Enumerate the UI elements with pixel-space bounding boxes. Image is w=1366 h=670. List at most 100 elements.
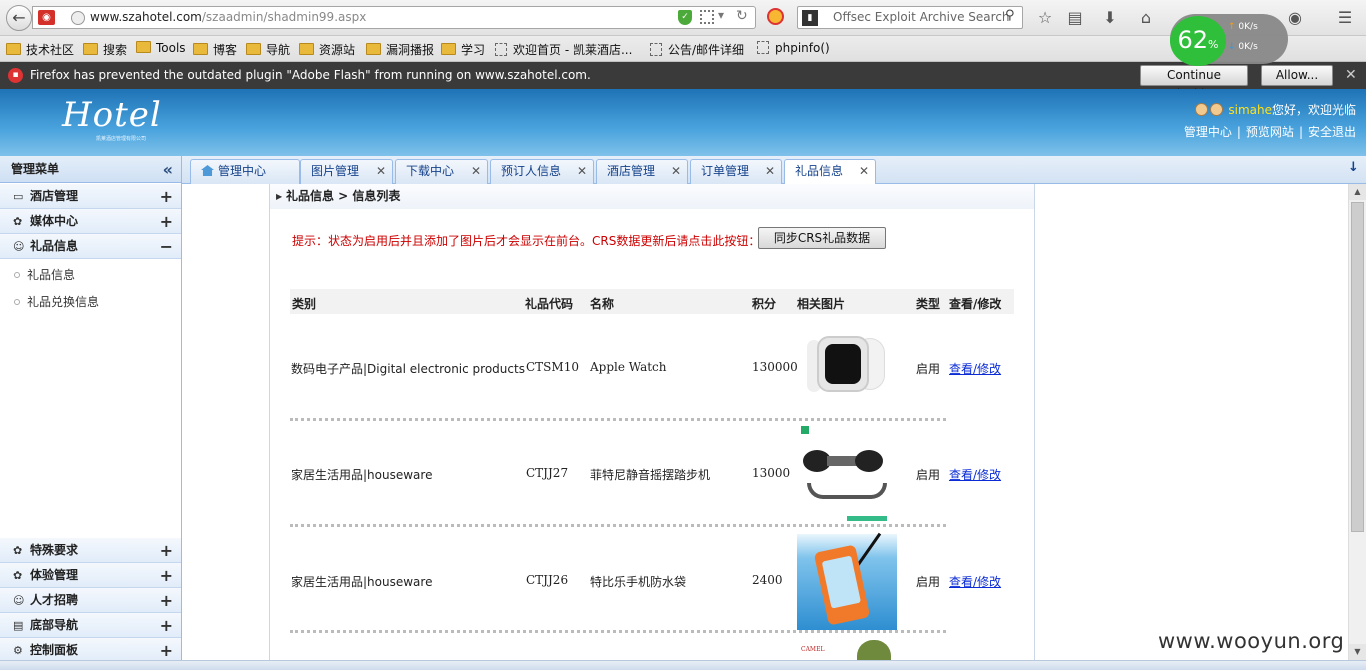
menu-section-gifts[interactable]: ☺ 礼品信息 − — [0, 234, 181, 259]
tab-scroll-down-icon[interactable]: ↓ — [1348, 160, 1359, 175]
waterproof-phone-bag-image[interactable] — [797, 532, 897, 630]
addon-icon[interactable]: ◉ — [1285, 8, 1305, 28]
search-icon[interactable]: ⚲ — [1005, 8, 1015, 23]
reload-icon[interactable]: ↻ — [736, 8, 748, 24]
back-button[interactable]: ← — [6, 5, 32, 31]
hotel-logo[interactable]: Hotel 凯莱酒店管理有限公司 — [62, 95, 186, 145]
bookmark-star-icon[interactable]: ☆ — [1035, 8, 1055, 28]
tab-booker-info[interactable]: 预订人信息 ✕ — [490, 159, 594, 184]
menu-section-hotel[interactable]: ▭ 酒店管理 + — [0, 184, 181, 209]
col-type: 类型 — [916, 297, 941, 311]
expand-icon[interactable]: + — [160, 184, 173, 209]
tab-admin-center[interactable]: 管理中心 — [190, 159, 300, 184]
bookmark-page[interactable]: 欢迎首页 - 凯莱酒店... — [495, 41, 632, 58]
qr-code-icon[interactable] — [700, 10, 714, 24]
scroll-thumb[interactable] — [1351, 202, 1364, 532]
menu-section-media[interactable]: ✿ 媒体中心 + — [0, 209, 181, 234]
expand-icon[interactable]: + — [160, 209, 173, 234]
allow-button[interactable]: Allow... — [1261, 65, 1333, 86]
tab-image-manage[interactable]: 图片管理 ✕ — [300, 159, 393, 184]
collapse-icon[interactable]: « — [163, 156, 173, 183]
machine-frame — [827, 456, 857, 466]
expand-icon[interactable]: + — [160, 588, 173, 613]
tab-strip: 管理中心 图片管理 ✕ 下载中心 ✕ 预订人信息 ✕ 酒店管理 ✕ 订单管理 ✕ 礼品信息… — [182, 156, 1366, 185]
tab-gift-info[interactable]: 礼品信息 ✕ — [784, 159, 876, 185]
menu-section-experience[interactable]: ✿ 体验管理 + — [0, 563, 181, 588]
bookmark-page[interactable]: phpinfo() — [757, 41, 830, 55]
bookmark-folder[interactable]: Tools — [136, 41, 186, 55]
row1-points: 130000 — [752, 360, 798, 374]
expand-icon[interactable]: + — [160, 538, 173, 563]
menu-section-special[interactable]: ✿ 特殊要求 + — [0, 538, 181, 563]
breadcrumb: ▶ 礼品信息 > 信息列表 — [270, 184, 1034, 209]
watermark: www.wooyun.org — [1158, 629, 1345, 653]
close-icon[interactable]: ✕ — [765, 160, 775, 183]
close-icon[interactable]: ✕ — [859, 160, 869, 183]
bookmark-folder[interactable]: 导航 — [246, 41, 290, 58]
url-bar[interactable]: ◉ www.szahotel.com/szaadmin/shadmin99.as… — [32, 6, 756, 29]
logo-subtitle: 凯莱酒店管理有限公司 — [96, 136, 147, 142]
preview-site-link[interactable]: 预览网站 — [1246, 125, 1294, 139]
search-bar[interactable]: ▮ Offsec Exploit Archive Search ⚲ — [797, 6, 1023, 29]
search-engine-icon[interactable]: ▮ — [802, 10, 818, 26]
vertical-scrollbar[interactable]: ▲ ▼ — [1348, 184, 1366, 660]
admin-center-link[interactable]: 管理中心 — [1184, 125, 1232, 139]
apple-watch-image[interactable] — [797, 320, 897, 416]
collapse-section-icon[interactable]: − — [160, 234, 173, 259]
bookmark-folder[interactable]: 漏洞播报 — [366, 41, 434, 58]
username: simahe — [1228, 103, 1272, 117]
close-icon[interactable]: ✕ — [1345, 67, 1357, 83]
col-code: 礼品代码 — [525, 297, 574, 311]
logout-link[interactable]: 安全退出 — [1308, 125, 1356, 139]
tab-download-center[interactable]: 下载中心 ✕ — [395, 159, 488, 184]
menu-section-recruit[interactable]: ☺ 人才招聘 + — [0, 588, 181, 613]
leaf-icon: ✿ — [13, 544, 23, 557]
bookmark-folder[interactable]: 资源站 — [299, 41, 355, 58]
monitor-icon: ▭ — [13, 190, 24, 203]
scroll-up-icon[interactable]: ▲ — [1349, 184, 1366, 200]
menu-icon[interactable]: ☰ — [1335, 8, 1355, 28]
dropdown-arrow-icon[interactable]: ▾ — [718, 8, 724, 22]
close-icon[interactable]: ✕ — [376, 160, 386, 183]
leaf-icon: ✿ — [13, 569, 23, 582]
upload-speed: ↑ 0K/s — [1228, 22, 1258, 32]
scroll-down-icon[interactable]: ▼ — [1349, 644, 1366, 660]
phone-screen — [821, 555, 862, 609]
stepper-machine-image[interactable] — [797, 426, 897, 524]
menu-item-gift-info[interactable]: 礼品信息 — [14, 266, 75, 283]
home-icon[interactable]: ⌂ — [1136, 8, 1156, 28]
close-icon[interactable]: ✕ — [577, 160, 587, 183]
row1-view-edit-link[interactable]: 查看/修改 — [949, 360, 1001, 377]
continue-blocking-button[interactable]: Continue Blocking — [1140, 65, 1248, 101]
row3-points: 2400 — [752, 573, 783, 587]
close-icon[interactable]: ✕ — [471, 160, 481, 183]
bookmark-page[interactable]: 公告/邮件详细 — [650, 41, 744, 58]
tab-order-manage[interactable]: 订单管理 ✕ — [690, 159, 782, 184]
download-icon[interactable]: ⬇ — [1100, 8, 1120, 28]
menu-section-footer-nav[interactable]: ▤ 底部导航 + — [0, 613, 181, 638]
table-header: 类别 礼品代码 名称 积分 相关图片 类型 查看/修改 — [290, 289, 1014, 314]
sync-crs-button[interactable]: 同步CRS礼品数据 — [758, 227, 886, 249]
bookmark-folder[interactable]: 博客 — [193, 41, 237, 58]
row1-code: CTSM10 — [526, 360, 579, 374]
expand-icon[interactable]: + — [160, 563, 173, 588]
bookmark-folder[interactable]: 搜索 — [83, 41, 127, 58]
row3-view-edit-link[interactable]: 查看/修改 — [949, 573, 1001, 590]
user-icon — [1209, 103, 1223, 116]
tab-hotel-manage[interactable]: 酒店管理 ✕ — [596, 159, 688, 184]
site-favicon-icon[interactable]: ◉ — [38, 10, 55, 25]
left-menu: 管理菜单 « ▭ 酒店管理 + ✿ 媒体中心 + ☺ 礼品信息 − 礼品信息 礼品兑换信息 … — [0, 156, 182, 670]
row2-view-edit-link[interactable]: 查看/修改 — [949, 466, 1001, 483]
row2-name: 菲特尼静音摇摆踏步机 — [590, 468, 711, 482]
reading-list-icon[interactable]: ▤ — [1065, 8, 1085, 28]
close-icon[interactable]: ✕ — [671, 160, 681, 183]
bookmark-folder[interactable]: 学习 — [441, 41, 485, 58]
machine-base — [807, 483, 887, 499]
bookmark-folder[interactable]: 技术社区 — [6, 41, 74, 58]
menu-item-gift-exchange[interactable]: 礼品兑换信息 — [14, 293, 99, 310]
plugin-blocked-icon: ▪ — [8, 68, 23, 83]
noscript-icon[interactable] — [767, 8, 784, 25]
url-text[interactable]: www.szahotel.com/szaadmin/shadmin99.aspx — [90, 10, 366, 24]
expand-icon[interactable]: + — [160, 613, 173, 638]
shield-icon[interactable]: ✓ — [678, 10, 692, 25]
